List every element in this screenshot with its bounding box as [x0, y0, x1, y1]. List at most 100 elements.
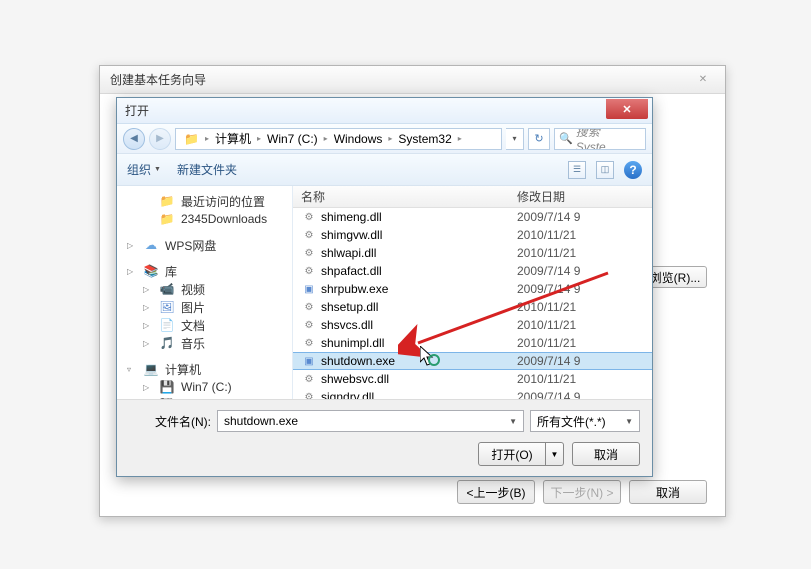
expand-icon[interactable]: ▷ [143, 383, 153, 392]
filter-dropdown-icon: ▼ [625, 417, 633, 426]
file-icon: ▣ [301, 354, 317, 368]
wizard-back-button[interactable]: <上一步(B) [457, 480, 535, 504]
file-row[interactable]: ⚙signdrv.dll2009/7/14 9 [293, 388, 652, 399]
file-name: signdrv.dll [321, 390, 517, 399]
file-icon: ▣ [301, 282, 317, 296]
view-mode-button[interactable]: ☰ [568, 161, 586, 179]
file-row[interactable]: ⚙shpafact.dll2009/7/14 9 [293, 262, 652, 280]
wizard-cancel-button[interactable]: 取消 [629, 480, 707, 504]
nav-tree-item[interactable]: 📁最近访问的位置 [123, 192, 292, 210]
chevron-right-icon: ▸ [388, 134, 392, 143]
expand-icon[interactable]: ▷ [143, 321, 153, 330]
wizard-next-button[interactable]: 下一步(N) > [543, 480, 621, 504]
filename-dropdown-icon[interactable]: ▼ [509, 417, 517, 426]
nav-tree-item[interactable]: ▷📄文档 [123, 316, 292, 334]
file-row[interactable]: ▣shrpubw.exe2009/7/14 9 [293, 280, 652, 298]
dialog-nav-bar: ◀ ▶ 📁▸计算机▸Win7 (C:)▸Windows▸System32▸ ▾ … [117, 124, 652, 154]
nav-forward-button[interactable]: ▶ [149, 128, 171, 150]
breadcrumb-segment[interactable]: System32 [394, 132, 455, 146]
nav-tree-item[interactable]: ▿💻计算机 [123, 360, 292, 378]
file-filter-select[interactable]: 所有文件(*.*) ▼ [530, 410, 640, 432]
nav-tree-item[interactable]: 📁 2345Downloads [123, 210, 292, 228]
column-date-header[interactable]: 修改日期 [513, 188, 652, 205]
nav-item-label: Win7 (C:) [181, 380, 232, 394]
file-row[interactable]: ▣shutdown.exe2009/7/14 9 [293, 352, 652, 370]
help-icon[interactable]: ? [624, 161, 642, 179]
nav-item-label: 计算机 [165, 361, 201, 378]
file-row[interactable]: ⚙shlwapi.dll2010/11/21 [293, 244, 652, 262]
file-row[interactable]: ⚙shsvcs.dll2010/11/21 [293, 316, 652, 334]
preview-pane-button[interactable]: ◫ [596, 161, 614, 179]
search-input[interactable]: 🔍 搜索 Syste... [554, 128, 646, 150]
file-row[interactable]: ⚙ shsetup.dll2010/11/21 [293, 298, 652, 316]
file-name: shlwapi.dll [321, 246, 517, 260]
file-name: shunimpl.dll [321, 336, 517, 350]
chevron-right-icon: ▸ [458, 134, 462, 143]
breadcrumb[interactable]: 📁▸计算机▸Win7 (C:)▸Windows▸System32▸ [175, 128, 502, 150]
file-icon: ⚙ [301, 264, 317, 278]
nav-tree-item[interactable]: ▷🎵音乐 [123, 334, 292, 352]
expand-icon[interactable]: ▷ [143, 339, 153, 348]
open-button[interactable]: 打开(O) [478, 442, 546, 466]
breadcrumb-root-icon[interactable]: 📁 [180, 132, 203, 146]
file-name: shrpubw.exe [321, 282, 517, 296]
expand-icon[interactable]: ▷ [143, 285, 153, 294]
breadcrumb-segment[interactable]: 计算机 [211, 130, 255, 147]
nav-tree-item[interactable]: ▷💾Win7 (C:) [123, 378, 292, 396]
file-list-header[interactable]: 名称 修改日期 [293, 186, 652, 208]
nav-item-icon: ☁ [143, 238, 159, 252]
file-date: 2010/11/21 [517, 300, 652, 314]
refresh-button[interactable]: ↻ [528, 128, 550, 150]
nav-tree-item[interactable]: ▷🖼图片 [123, 298, 292, 316]
open-button-dropdown[interactable]: ▼ [546, 442, 564, 466]
file-date: 2010/11/21 [517, 336, 652, 350]
file-list[interactable]: ⚙ shimeng.dll2009/7/14 9 ⚙shimgvw.dll2010/… [293, 208, 652, 399]
file-name: shsetup.dll [321, 300, 517, 314]
expand-icon[interactable]: ▷ [127, 267, 137, 276]
breadcrumb-dropdown[interactable]: ▾ [506, 128, 524, 150]
open-button-group: 打开(O) ▼ [478, 442, 564, 466]
file-row[interactable]: ⚙shwebsvc.dll2010/11/21 [293, 370, 652, 388]
search-placeholder: 搜索 Syste... [576, 128, 641, 150]
nav-item-label: 2345Downloads [181, 212, 267, 226]
filename-input[interactable]: shutdown.exe ▼ [217, 410, 524, 432]
nav-tree-item[interactable]: ▷📹视频 [123, 280, 292, 298]
nav-item-label: 最近访问的位置 [181, 193, 265, 210]
nav-item-icon: 📁 [159, 212, 175, 226]
file-filter-value: 所有文件(*.*) [537, 413, 606, 430]
wizard-footer: <上一步(B) 下一步(N) > 取消 [457, 480, 707, 504]
file-icon: ⚙ [301, 336, 317, 350]
file-icon: ⚙ [301, 300, 317, 314]
file-name: shimeng.dll [321, 210, 517, 224]
nav-item-icon: 📚 [143, 264, 159, 278]
file-icon: ⚙ [301, 318, 317, 332]
new-folder-button[interactable]: 新建文件夹 [177, 161, 237, 178]
filename-label: 文件名(N): [129, 413, 211, 430]
expand-icon[interactable]: ▿ [127, 365, 137, 374]
expand-icon[interactable]: ▷ [127, 241, 137, 250]
breadcrumb-segment[interactable]: Win7 (C:) [263, 132, 322, 146]
file-date: 2009/7/14 9 [517, 210, 652, 224]
wizard-close-icon[interactable]: ✕ [693, 72, 713, 86]
file-row[interactable]: ⚙shimgvw.dll2010/11/21 [293, 226, 652, 244]
nav-back-button[interactable]: ◀ [123, 128, 145, 150]
dialog-cancel-button[interactable]: 取消 [572, 442, 640, 466]
file-name: shpafact.dll [321, 264, 517, 278]
nav-tree-item[interactable]: ▷ 📚 库 [123, 262, 292, 280]
organize-menu[interactable]: 组织▼ [127, 161, 161, 178]
nav-tree-item[interactable]: ▷☁WPS网盘 [123, 236, 292, 254]
file-row[interactable]: ⚙ shimeng.dll2009/7/14 9 [293, 208, 652, 226]
dialog-title-bar: 打开 ✕ [117, 98, 652, 124]
nav-pane[interactable]: 📁最近访问的位置📁2345Downloads▷☁WPS网盘▷📚库▷📹视频▷🖼图片… [117, 186, 293, 399]
dialog-close-button[interactable]: ✕ [606, 99, 648, 119]
expand-icon[interactable]: ▷ [143, 303, 153, 312]
file-icon: ⚙ [301, 372, 317, 386]
column-name-header[interactable]: 名称 [293, 188, 513, 205]
nav-item-label: 图片 [181, 299, 205, 316]
file-date: 2010/11/21 [517, 228, 652, 242]
file-icon: ⚙ [301, 210, 317, 224]
open-file-dialog: 打开 ✕ ◀ ▶ 📁▸计算机▸Win7 (C:)▸Windows▸System3… [116, 97, 653, 477]
file-row[interactable]: ⚙ shunimpl.dll2010/11/21 [293, 334, 652, 352]
nav-item-label: 库 [165, 263, 177, 280]
breadcrumb-segment[interactable]: Windows [330, 132, 387, 146]
